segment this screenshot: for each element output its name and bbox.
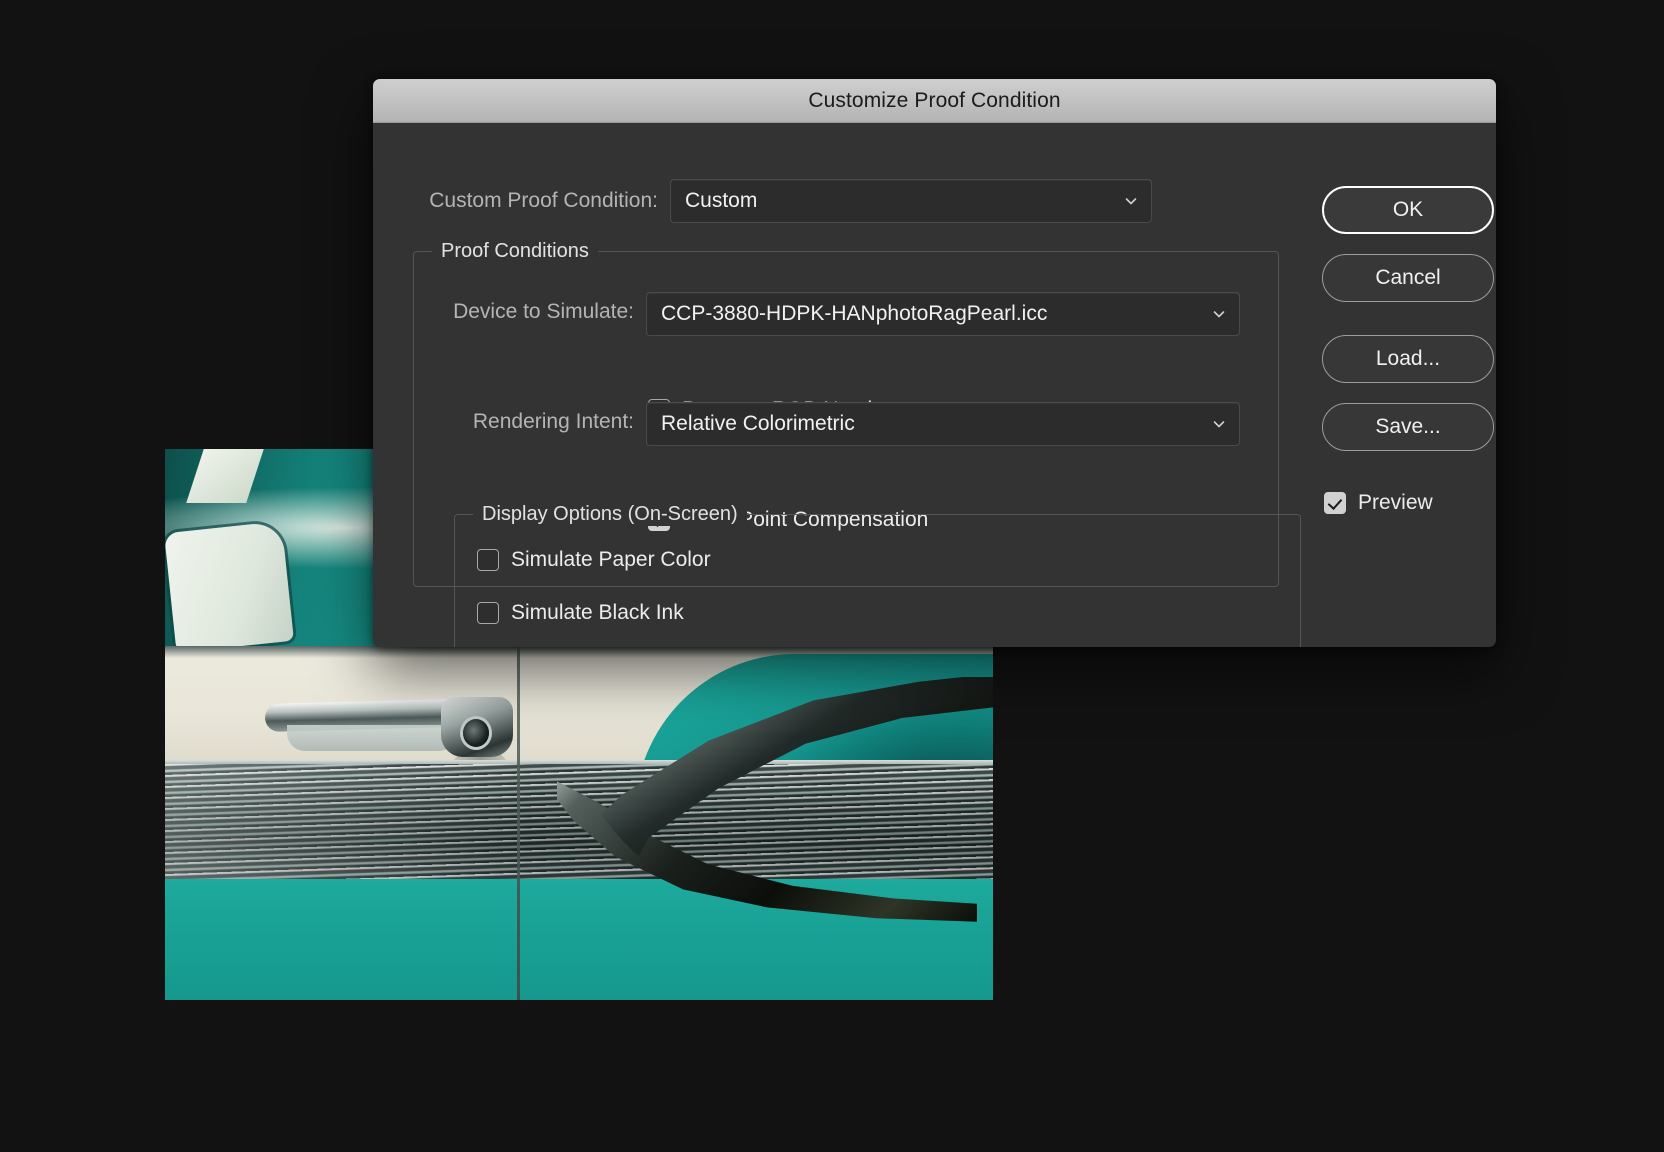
load-button[interactable]: Load...: [1322, 335, 1494, 383]
photo-door-seam: [517, 646, 520, 1000]
photo-door-handle: [264, 689, 515, 787]
simulate-black-ink-label: Simulate Black Ink: [511, 601, 684, 624]
proof-conditions-group: Proof Conditions Device to Simulate: CCP…: [413, 240, 1301, 647]
rendering-intent-select[interactable]: Relative Colorimetric: [646, 402, 1240, 446]
dialog-body: Custom Proof Condition: Custom Proof Con…: [373, 123, 1496, 647]
custom-proof-condition-value: Custom: [685, 189, 758, 212]
save-button[interactable]: Save...: [1322, 403, 1494, 451]
chevron-down-icon: [1212, 307, 1226, 321]
cancel-button[interactable]: Cancel: [1322, 254, 1494, 302]
simulate-paper-color-checkbox[interactable]: [477, 549, 499, 571]
proof-conditions-legend: Proof Conditions: [432, 240, 598, 263]
preview-label: Preview: [1358, 491, 1433, 514]
custom-proof-condition-label: Custom Proof Condition:: [429, 189, 658, 212]
chevron-down-icon: [1212, 417, 1226, 431]
device-to-simulate-value: CCP-3880-HDPK-HANphotoRagPearl.icc: [661, 302, 1048, 325]
simulate-paper-color-row[interactable]: Simulate Paper Color: [477, 548, 711, 572]
display-options-legend: Display Options (On-Screen): [473, 503, 747, 526]
dialog-titlebar[interactable]: Customize Proof Condition: [373, 79, 1496, 123]
custom-proof-condition-row: Custom Proof Condition: Custom: [393, 179, 1152, 223]
simulate-black-ink-checkbox[interactable]: [477, 602, 499, 624]
device-to-simulate-select[interactable]: CCP-3880-HDPK-HANphotoRagPearl.icc: [646, 292, 1240, 336]
chevron-down-icon: [1124, 194, 1138, 208]
preview-row[interactable]: Preview: [1324, 491, 1433, 515]
dialog-title: Customize Proof Condition: [808, 88, 1061, 112]
dialog-button-column: OK Cancel Load... Save... Preview: [1293, 123, 1496, 647]
photo-chrome-spear: [560, 677, 993, 917]
dialog-left-column: Custom Proof Condition: Custom Proof Con…: [373, 123, 1301, 647]
device-to-simulate-label: Device to Simulate:: [453, 300, 634, 323]
simulate-paper-color-label: Simulate Paper Color: [511, 548, 711, 571]
ok-button[interactable]: OK: [1322, 186, 1494, 234]
simulate-black-ink-row[interactable]: Simulate Black Ink: [477, 601, 684, 625]
custom-proof-condition-select[interactable]: Custom: [670, 179, 1152, 223]
rendering-intent-value: Relative Colorimetric: [661, 412, 855, 435]
desktop-canvas: Customize Proof Condition Custom Proof C…: [0, 0, 1664, 1152]
customize-proof-condition-dialog: Customize Proof Condition Custom Proof C…: [373, 79, 1496, 647]
display-options-group: Display Options (On-Screen) Simulate Pap…: [454, 503, 1301, 647]
rendering-intent-label: Rendering Intent:: [472, 410, 634, 433]
preview-checkbox[interactable]: [1324, 492, 1346, 514]
